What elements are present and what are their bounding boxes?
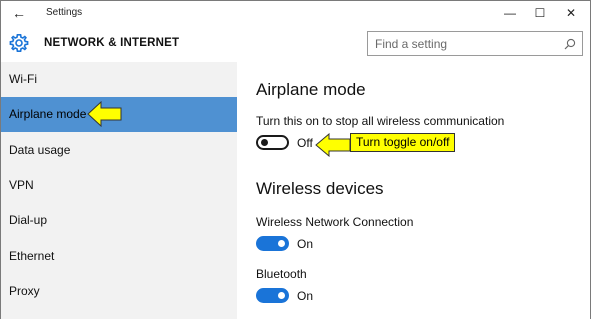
- window-title: Settings: [46, 7, 83, 18]
- wireless-network-connection-label: Wireless Network Connection: [256, 215, 414, 229]
- airplane-mode-description: Turn this on to stop all wireless commun…: [256, 114, 505, 128]
- sidebar-item-proxy[interactable]: Proxy: [1, 274, 237, 309]
- airplane-mode-title: Airplane mode: [256, 80, 366, 99]
- sidebar-item-data-usage[interactable]: Data usage: [1, 133, 237, 168]
- settings-window: ← Settings — ☐ ✕ NETWORK & INTERNET Wi-F…: [0, 0, 591, 319]
- toggle-arrow-icon: [315, 133, 351, 157]
- wireless-network-connection-toggle[interactable]: [256, 236, 289, 251]
- main-content: Airplane mode Turn this on to stop all w…: [237, 62, 590, 319]
- back-button[interactable]: ←: [10, 4, 28, 22]
- sidebar-item-vpn[interactable]: VPN: [1, 168, 237, 203]
- search-box[interactable]: [367, 31, 583, 56]
- sidebar-item-wifi[interactable]: Wi-Fi: [1, 62, 237, 97]
- search-input[interactable]: [368, 32, 558, 55]
- bluetooth-state: On: [297, 289, 314, 303]
- search-icon[interactable]: [564, 38, 576, 50]
- page-title: NETWORK & INTERNET: [44, 37, 180, 49]
- wireless-devices-title: Wireless devices: [256, 179, 384, 198]
- airplane-mode-arrow-icon: [87, 101, 122, 127]
- minimize-button[interactable]: —: [497, 3, 523, 23]
- gear-icon: [9, 34, 29, 52]
- bluetooth-label: Bluetooth: [256, 267, 307, 281]
- sidebar-item-ethernet[interactable]: Ethernet: [1, 239, 237, 274]
- airplane-mode-state: Off: [297, 136, 313, 150]
- toggle-knob: [278, 292, 285, 299]
- title-bar: ← Settings — ☐ ✕: [1, 1, 590, 26]
- airplane-mode-toggle[interactable]: [256, 135, 289, 150]
- wireless-network-connection-state: On: [297, 237, 314, 251]
- maximize-button[interactable]: ☐: [527, 3, 553, 23]
- toggle-knob: [278, 240, 285, 247]
- close-button[interactable]: ✕: [558, 3, 584, 23]
- sidebar-item-dial-up[interactable]: Dial-up: [1, 203, 237, 238]
- toggle-knob: [261, 139, 268, 146]
- page-header: NETWORK & INTERNET: [1, 26, 590, 62]
- toggle-callout: Turn toggle on/off: [350, 133, 456, 152]
- bluetooth-toggle[interactable]: [256, 288, 289, 303]
